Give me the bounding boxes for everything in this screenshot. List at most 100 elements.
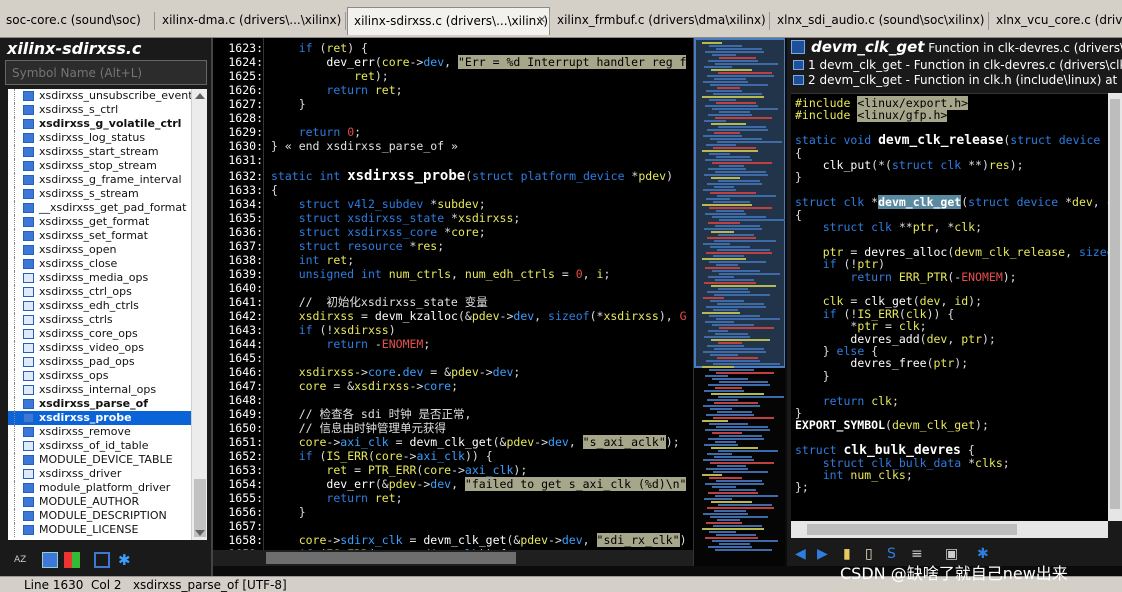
minimap-line [708, 492, 758, 494]
symbol-list-item[interactable]: xsdirxss_pad_ops [8, 355, 191, 369]
code-line[interactable]: 1640: [213, 281, 693, 295]
symbol-list-item[interactable]: xsdirxss_edh_ctrls [8, 299, 191, 313]
symbol-list-item[interactable]: xsdirxss_of_id_table [8, 439, 191, 453]
symbol-list-item[interactable]: xsdirxss_s_stream [8, 187, 191, 201]
symbol-list-scrollbar[interactable] [191, 89, 207, 540]
symbol-search-input[interactable] [5, 60, 207, 85]
tab-file[interactable]: xlnx_vcu_core.c (drivers\ [990, 9, 1122, 33]
code-line[interactable]: 1625: ret); [213, 69, 693, 83]
symbol-list-item[interactable]: MODULE_DEVICE_TABLE [8, 453, 191, 467]
symbol-list-item[interactable]: xsdirxss_stop_stream [8, 159, 191, 173]
code-line[interactable]: 1633: { [213, 183, 693, 197]
scrollbar-thumb[interactable] [807, 524, 1017, 535]
symbol-list-item[interactable]: __xsdirxss_get_pad_format [8, 201, 191, 215]
code-line[interactable]: 1634: struct v4l2_subdev *subdev; [213, 197, 693, 211]
symbol-list-item[interactable]: xsdirxss_close [8, 257, 191, 271]
code-line[interactable]: 1652: if (IS_ERR(core->axi_clk)) { [213, 449, 693, 463]
context-code-view[interactable]: #include <linux/export.h> #include <linux… [791, 93, 1108, 521]
symbol-list[interactable]: xsdirxss_unsubscribe_event xsdirxss_s_ctr… [8, 89, 191, 540]
symbol-list-item[interactable]: xsdirxss_ctrl_ops [8, 285, 191, 299]
editor-horizontal-scrollbar[interactable] [213, 550, 693, 566]
symbol-list-item[interactable]: xsdirxss_g_frame_interval [8, 173, 191, 187]
code-editor[interactable]: 1623: if (ret) {1624: dev_err(core->dev,… [213, 38, 693, 550]
scroll-up-arrow-icon[interactable] [195, 93, 205, 99]
code-line[interactable]: 1623: if (ret) { [213, 41, 693, 55]
code-line[interactable]: 1638: int ret; [213, 253, 693, 267]
tab-file[interactable]: xilinx_frmbuf.c (drivers\dma\xilinx) [551, 9, 769, 33]
code-line[interactable]: 1655: return ret; [213, 491, 693, 505]
code-line[interactable]: 1648: [213, 393, 693, 407]
code-overview-minimap[interactable] [693, 38, 785, 566]
symbol-list-item[interactable]: xsdirxss_remove [8, 425, 191, 439]
symbol-list-item[interactable]: xsdirxss_set_format [8, 229, 191, 243]
symbol-list-item[interactable]: xsdirxss_ops [8, 369, 191, 383]
context-vertical-scrollbar[interactable] [1108, 93, 1122, 521]
code-line[interactable]: 1639: unsigned int num_ctrls, num_edh_ct… [213, 267, 693, 281]
sync-icon[interactable] [94, 552, 110, 568]
symbol-list-item[interactable]: xsdirxss_parse_of [8, 397, 191, 411]
code-line[interactable]: 1636: struct xsdirxss_core *core; [213, 225, 693, 239]
scrollbar-thumb[interactable] [266, 552, 516, 564]
code-line[interactable]: 1654: dev_err(&pdev->dev, "failed to get… [213, 477, 693, 491]
symbol-list-item[interactable]: xsdirxss_open [8, 243, 191, 257]
sort-alpha-icon[interactable]: AZ [14, 552, 30, 568]
code-line[interactable]: 1628: [213, 111, 693, 125]
code-line[interactable]: 1646: xsdirxss->core.dev = &pdev->dev; [213, 365, 693, 379]
tab-file[interactable]: xilinx-sdirxss.c (drivers\...\xilinx) ✕ [347, 7, 550, 35]
symbol-list-item[interactable]: MODULE_LICENSE [8, 523, 191, 537]
symbol-list-item[interactable]: xsdirxss_video_ops [8, 341, 191, 355]
symbol-list-item[interactable]: xsdirxss_ctrls [8, 313, 191, 327]
symbol-list-item[interactable]: xsdirxss_media_ops [8, 271, 191, 285]
symbol-list-item[interactable]: xsdirxss_log_status [8, 131, 191, 145]
code-line[interactable]: 1643: if (!xsdirxss) [213, 323, 693, 337]
symbol-list-item[interactable]: MODULE_DESCRIPTION [8, 509, 191, 523]
symbol-list-item[interactable]: xsdirxss_start_stream [8, 145, 191, 159]
reference-item[interactable]: 1 devm_clk_get - Function in clk-devres.… [793, 58, 1122, 73]
tab-file[interactable]: xlnx_sdi_audio.c (sound\soc\xilinx) [771, 9, 988, 33]
code-line[interactable]: 1627: } [213, 97, 693, 111]
code-line[interactable]: 1656: } [213, 505, 693, 519]
symbol-list-item[interactable]: MODULE_AUTHOR [8, 495, 191, 509]
symbol-list-item[interactable]: xsdirxss_unsubscribe_event [8, 89, 191, 103]
symbol-list-item[interactable]: xsdirxss_s_ctrl [8, 103, 191, 117]
code-line[interactable]: 1635: struct xsdirxss_state *xsdirxss; [213, 211, 693, 225]
code-line[interactable]: 1626: return ret; [213, 83, 693, 97]
code-line[interactable]: 1645: [213, 351, 693, 365]
scrollbar-thumb[interactable] [1110, 99, 1120, 509]
back-arrow-icon[interactable]: ◀ [795, 546, 806, 562]
code-line[interactable]: 1642: xsdirxss = devm_kzalloc(&pdev->dev… [213, 309, 693, 323]
code-line[interactable]: 1631: [213, 153, 693, 167]
code-line[interactable]: 1650: // 信息由时钟管理单元获得 [213, 421, 693, 435]
code-line[interactable]: 1658: core->sdirx_clk = devm_clk_get(&pd… [213, 533, 693, 547]
code-line[interactable]: 1632: static int xsdirxss_probe(struct pl… [213, 169, 693, 183]
code-line[interactable]: 1641: // 初始化xsdirxss_state 变量 [213, 295, 693, 309]
code-line[interactable]: 1629: return 0; [213, 125, 693, 139]
code-line[interactable]: 1653: ret = PTR_ERR(core->axi_clk); [213, 463, 693, 477]
category-icon[interactable] [64, 552, 80, 568]
code-line[interactable]: 1651: core->axi_clk = devm_clk_get(&pdev… [213, 435, 693, 449]
code-line[interactable]: 1644: return -ENOMEM; [213, 337, 693, 351]
context-horizontal-scrollbar[interactable] [791, 521, 1108, 538]
symbol-list-item[interactable]: xsdirxss_core_ops [8, 327, 191, 341]
code-line[interactable]: 1624: dev_err(core->dev, "Err = %d Inter… [213, 55, 693, 69]
close-icon[interactable]: ✕ [538, 8, 546, 34]
reference-item[interactable]: 2 devm_clk_get - Function in clk.h (incl… [793, 73, 1122, 88]
symbol-list-item[interactable]: xsdirxss_get_format [8, 215, 191, 229]
code-line[interactable]: 1647: core = &xsdirxss->core; [213, 379, 693, 393]
code-line[interactable]: 1649: // 检查各 sdi 时钟 是否正常, [213, 407, 693, 421]
symbol-list-item[interactable]: xsdirxss_probe [8, 411, 191, 425]
symbol-list-item[interactable]: xsdirxss_driver [8, 467, 191, 481]
symbol-list-item[interactable]: module_platform_driver [8, 481, 191, 495]
code-line[interactable]: 1637: struct resource *res; [213, 239, 693, 253]
gear-icon[interactable]: ✱ [118, 552, 134, 568]
list-view-icon[interactable] [42, 552, 58, 568]
tab-file[interactable]: xilinx-dma.c (drivers\...\xilinx) [156, 9, 345, 33]
scroll-down-arrow-icon[interactable] [195, 530, 205, 536]
code-line[interactable]: 1630:} « end xsdirxss_parse_of » [213, 139, 693, 153]
forward-arrow-icon[interactable]: ▶ [817, 546, 828, 562]
tab-file[interactable]: soc-core.c (sound\soc) [0, 9, 154, 33]
scrollbar-thumb[interactable] [194, 479, 206, 537]
symbol-list-item[interactable]: xsdirxss_internal_ops [8, 383, 191, 397]
symbol-list-item[interactable]: xsdirxss_g_volatile_ctrl [8, 117, 191, 131]
code-line[interactable]: 1657: [213, 519, 693, 533]
